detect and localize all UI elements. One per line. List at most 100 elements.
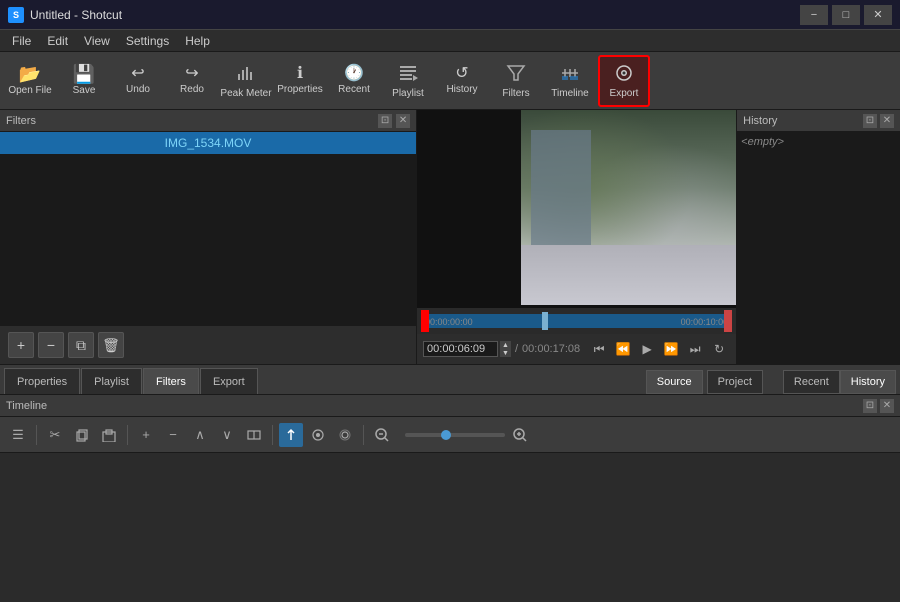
progress-track[interactable]: 00:00:00:00 00:00:10:00: [421, 314, 732, 328]
timeline-overwrite-button[interactable]: ∨: [215, 423, 239, 447]
tab-playlist[interactable]: Playlist: [81, 368, 142, 394]
go-to-end-button[interactable]: ⏭: [684, 338, 706, 360]
minimize-button[interactable]: −: [800, 5, 828, 25]
title-text: Untitled - Shotcut: [30, 8, 122, 22]
filters-remove-button[interactable]: −: [38, 332, 64, 358]
play-button[interactable]: ▶: [636, 338, 658, 360]
save-label: Save: [73, 85, 96, 96]
timeline-label: Timeline: [551, 88, 588, 99]
menu-edit[interactable]: Edit: [39, 32, 76, 50]
timecode-separator: /: [515, 343, 518, 355]
filters-copy-button[interactable]: ⧉: [68, 332, 94, 358]
timeline-zoom-out-button[interactable]: [370, 423, 394, 447]
playlist-icon: [398, 63, 418, 86]
history-content: <empty>: [737, 132, 900, 364]
open-file-button[interactable]: 📂 Open File: [4, 55, 56, 107]
timeline-float-button[interactable]: ⊡: [863, 399, 877, 413]
peak-meter-button[interactable]: Peak Meter: [220, 55, 272, 107]
timeline-paste-button[interactable]: [97, 423, 121, 447]
timecode-display: ▲ ▼ / 00:00:17:08: [423, 341, 580, 357]
export-button[interactable]: Export: [598, 55, 650, 107]
timeline-header-controls: ⊡ ✕: [863, 399, 894, 413]
export-label: Export: [610, 88, 639, 99]
filters-file-row[interactable]: IMG_1534.MOV: [0, 132, 416, 154]
tab-project[interactable]: Project: [707, 370, 763, 394]
video-progress-bar[interactable]: 00:00:00:00 00:00:10:00: [417, 308, 736, 334]
timeline-menu-button[interactable]: ☰: [6, 423, 30, 447]
filters-delete-button[interactable]: 🗑: [98, 332, 124, 358]
timeline-snap-button[interactable]: [279, 423, 303, 447]
redo-button[interactable]: ↪ Redo: [166, 55, 218, 107]
recent-button[interactable]: 🕐 Recent: [328, 55, 380, 107]
redo-label: Redo: [180, 84, 204, 95]
tl-separator-3: [272, 425, 273, 445]
peak-meter-label: Peak Meter: [220, 88, 271, 99]
undo-button[interactable]: ↩ Undo: [112, 55, 164, 107]
playback-controls: ⏮ ⏪ ▶ ⏩ ⏭ ↻: [588, 338, 730, 360]
total-time: 00:00:17:08: [522, 343, 580, 355]
timecode-down-button[interactable]: ▼: [500, 349, 511, 357]
menu-help[interactable]: Help: [177, 32, 218, 50]
title-bar-left: S Untitled - Shotcut: [8, 7, 122, 23]
history-header-controls: ⊡ ✕: [863, 114, 894, 128]
timeline-icon: [560, 63, 580, 86]
panel-tab-recent[interactable]: Recent: [783, 370, 840, 394]
filters-float-button[interactable]: ⊡: [378, 114, 392, 128]
undo-icon: ↩: [131, 66, 144, 82]
timeline-cut-button[interactable]: ✂: [43, 423, 67, 447]
timeline-copy-button[interactable]: [70, 423, 94, 447]
timeline-ripple-button[interactable]: [333, 423, 357, 447]
timeline-split-button[interactable]: [242, 423, 266, 447]
tl-separator-1: [36, 425, 37, 445]
timeline-lift-button[interactable]: ∧: [188, 423, 212, 447]
tab-export[interactable]: Export: [200, 368, 258, 394]
history-panel-header: History ⊡ ✕: [737, 110, 900, 132]
tab-source[interactable]: Source: [646, 370, 703, 394]
timeline-zoom-in-button[interactable]: [508, 423, 532, 447]
filters-close-button[interactable]: ✕: [396, 114, 410, 128]
tl-separator-4: [363, 425, 364, 445]
step-forward-button[interactable]: ⏩: [660, 338, 682, 360]
panel-tab-history[interactable]: History: [840, 370, 896, 394]
timeline-remove-button[interactable]: −: [161, 423, 185, 447]
zoom-slider[interactable]: [405, 433, 505, 437]
timeline-close-button[interactable]: ✕: [880, 399, 894, 413]
timecode-up-button[interactable]: ▲: [500, 341, 511, 349]
filters-add-button[interactable]: +: [8, 332, 34, 358]
properties-button[interactable]: ℹ Properties: [274, 55, 326, 107]
timeline-add-button[interactable]: +: [134, 423, 158, 447]
app-icon: S: [8, 7, 24, 23]
playlist-button[interactable]: Playlist: [382, 55, 434, 107]
properties-icon: ℹ: [297, 66, 303, 82]
close-button[interactable]: ✕: [864, 5, 892, 25]
timeline-button[interactable]: Timeline: [544, 55, 596, 107]
video-preview: [417, 110, 736, 308]
filters-label: Filters: [502, 88, 529, 99]
step-back-button[interactable]: ⏪: [612, 338, 634, 360]
open-file-label: Open File: [8, 85, 51, 96]
tab-properties[interactable]: Properties: [4, 368, 80, 394]
timecode-input[interactable]: [423, 341, 498, 357]
loop-button[interactable]: ↻: [708, 338, 730, 360]
progress-start-time: 00:00:00:00: [425, 317, 473, 327]
menu-settings[interactable]: Settings: [118, 32, 177, 50]
history-float-button[interactable]: ⊡: [863, 114, 877, 128]
filters-button[interactable]: Filters: [490, 55, 542, 107]
history-close-button[interactable]: ✕: [880, 114, 894, 128]
menu-file[interactable]: File: [4, 32, 39, 50]
history-button[interactable]: ↺ History: [436, 55, 488, 107]
save-button[interactable]: 💾 Save: [58, 55, 110, 107]
maximize-button[interactable]: □: [832, 5, 860, 25]
menu-view[interactable]: View: [76, 32, 118, 50]
undo-label: Undo: [126, 84, 150, 95]
export-icon: [614, 63, 634, 86]
go-to-start-button[interactable]: ⏮: [588, 338, 610, 360]
panel-tabs: Recent History: [783, 370, 896, 394]
tab-filters[interactable]: Filters: [143, 368, 199, 394]
building-shape: [531, 130, 591, 250]
recent-label: Recent: [338, 84, 370, 95]
filters-preview-area: [0, 154, 416, 326]
main-content: Filters ⊡ ✕ IMG_1534.MOV + − ⧉ 🗑: [0, 110, 900, 365]
timeline-scrub-button[interactable]: [306, 423, 330, 447]
tl-separator-2: [127, 425, 128, 445]
